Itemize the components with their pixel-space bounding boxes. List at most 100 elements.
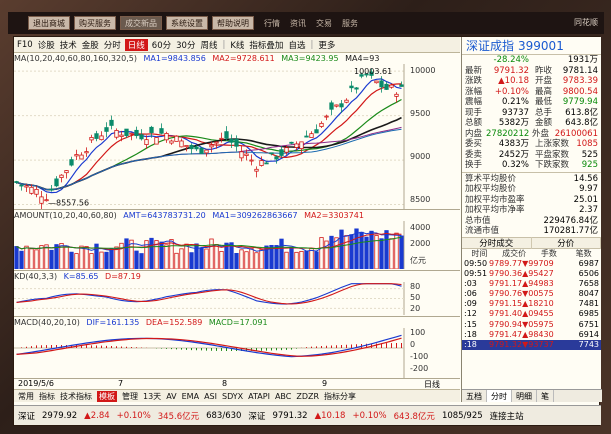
candle-body (129, 132, 134, 135)
indicator-tab[interactable]: 技术指标 (60, 391, 92, 402)
tab-timeshare[interactable]: 分时 (487, 390, 512, 402)
candle-body (379, 80, 384, 88)
amount-bar (64, 245, 69, 269)
amount-ma-line (16, 231, 402, 252)
top-button-5[interactable]: 帮助说明 (212, 16, 254, 30)
toolbar-item[interactable]: F10 (16, 40, 34, 50)
date-axis: 2019/5/6 7 8 9 日线 (14, 378, 460, 389)
tab-price[interactable]: 分价 (532, 236, 601, 249)
toolbar-item[interactable]: 自选 (287, 39, 306, 51)
quote-row: 总额 5382万 金额 643.8亿 (462, 118, 601, 129)
candle-body (399, 84, 404, 87)
toolbar-item[interactable]: 技术 (59, 39, 78, 51)
indicator-tab[interactable]: 指标分享 (324, 391, 356, 402)
indicator-tab[interactable]: 指标 (39, 391, 55, 402)
tick-row[interactable]: 09:50 9789.77▼99709 6987 (462, 259, 601, 269)
amount-bar (184, 243, 189, 269)
indicator-tab[interactable]: ZDZR (296, 392, 319, 401)
toolbar-item[interactable]: 分时 (103, 39, 122, 51)
tick-row[interactable]: 09:51 9790.36▲95427 6506 (462, 269, 601, 279)
candlestick-chart[interactable]: 10003.61 —8557.56 (14, 64, 460, 209)
amount-bar (199, 247, 204, 269)
tick-row[interactable]: :18 9791.47▲98430 6914 (462, 330, 601, 340)
date-label: 2019/5/6 (18, 379, 54, 388)
candle-body (244, 153, 249, 156)
trading-window: F10 诊股 技术 金股 分时 日线 60分 30分 周线 | K线 指标叠加 自选 | 更多 MA(10,… (13, 36, 602, 426)
quote-value: 0.21% (501, 97, 529, 107)
top-menu-3[interactable]: 交易 (316, 18, 332, 29)
tick-volume: 7743 (578, 340, 599, 349)
toolbar-item[interactable]: 指标叠加 (248, 39, 284, 51)
indicator-tab[interactable]: ASI (204, 392, 217, 401)
amount-bar (14, 246, 19, 269)
amount-bar (19, 250, 24, 269)
candle-body (339, 103, 344, 108)
amount-chart[interactable] (14, 221, 460, 269)
top-menu-2[interactable]: 资讯 (290, 18, 306, 29)
tick-row[interactable]: :18 9791.32▼93737 7743 (462, 340, 601, 351)
tick-row[interactable]: :03 9791.17▲94983 7658 (462, 279, 601, 289)
macd-line (16, 337, 402, 357)
top-button-4[interactable]: 系统设置 (166, 16, 208, 30)
tab-ticks[interactable]: 分时成交 (462, 236, 532, 249)
indicator-tab[interactable]: 管理 (122, 391, 138, 402)
status-value: 2979.92 (42, 410, 78, 421)
indicator-tab[interactable]: 13天 (143, 391, 161, 402)
macd-chart[interactable] (14, 328, 460, 378)
candle-body (119, 134, 124, 138)
amount-tick: 4000 (410, 223, 431, 232)
toolbar-item[interactable]: 诊股 (37, 39, 56, 51)
top-menu-4[interactable]: 服务 (342, 18, 358, 29)
stat-row: 加权平均市净率 2.37 (462, 205, 601, 216)
indicator-tab[interactable]: 常用 (18, 391, 34, 402)
toolbar-item[interactable]: 金股 (81, 39, 100, 51)
top-menu-1[interactable]: 行情 (264, 18, 280, 29)
tab-detail[interactable]: 明细 (512, 390, 537, 402)
tab-five-level[interactable]: 五档 (462, 390, 487, 402)
top-button-1[interactable]: 退出商城 (28, 16, 70, 30)
tick-row[interactable]: :15 9790.94▼05975 6751 (462, 320, 601, 330)
indicator-tab[interactable]: AV (166, 392, 176, 401)
indicator-tab[interactable]: SDYX (222, 392, 243, 401)
toolbar-item[interactable]: 60分 (151, 39, 172, 51)
candle-body (74, 154, 79, 157)
toolbar-item[interactable]: 周线 (199, 39, 218, 51)
quote-value: 5382万 (498, 118, 529, 128)
top-button-2[interactable]: 购买服务 (74, 16, 116, 30)
stat-value: 2.37 (579, 205, 598, 215)
indicator-tab[interactable]: EMA (182, 392, 199, 401)
toolbar-item[interactable]: K线 (229, 39, 245, 51)
tick-row[interactable]: :06 9790.76▼00575 8047 (462, 289, 601, 299)
tick-time: :18 (464, 340, 477, 349)
amount-bar (134, 250, 139, 269)
tab-trades[interactable]: 笔 (537, 390, 554, 402)
kd-chart[interactable] (14, 282, 460, 315)
amount-bar (369, 230, 374, 269)
candle-body (324, 115, 329, 118)
toolbar-item: | (310, 39, 314, 50)
candle-body (214, 141, 219, 144)
candle-body (259, 160, 264, 166)
macd-legend: MACD(40,20,10) DIF=161.135 DEA=152.589 M… (14, 317, 272, 328)
indicator-tab[interactable]: ABC (275, 392, 291, 401)
stat-value: 9.97 (579, 184, 598, 194)
toolbar-item[interactable]: 更多 (317, 39, 336, 51)
tick-row[interactable]: :09 9791.15▲18210 7481 (462, 299, 601, 309)
toolbar-item[interactable]: 日线 (124, 38, 148, 51)
toolbar-item[interactable]: 30分 (175, 39, 196, 51)
candle-body (279, 149, 284, 156)
quote-row: 现手 93737 总手 613.8亿 (462, 108, 601, 119)
quote-label: 涨跌 (465, 76, 483, 86)
amount-bar (39, 245, 44, 269)
col-time: 时间 (471, 248, 488, 258)
tick-volume: 6985 (578, 309, 599, 319)
amount-bar (254, 252, 259, 269)
status-value: 9791.32 (272, 410, 308, 421)
quote-row: 涨幅 +0.10% 最高 9800.54 (462, 87, 601, 98)
tick-row[interactable]: :12 9791.40▲09455 6985 (462, 309, 601, 319)
indicator-tab[interactable]: ATAPI (248, 392, 270, 401)
app-brand: 同花顺 (574, 18, 598, 27)
top-button-3[interactable]: 成交新品 (120, 16, 162, 30)
indicator-tab[interactable]: 模板 (97, 390, 117, 402)
date-label: 7 (118, 379, 124, 388)
